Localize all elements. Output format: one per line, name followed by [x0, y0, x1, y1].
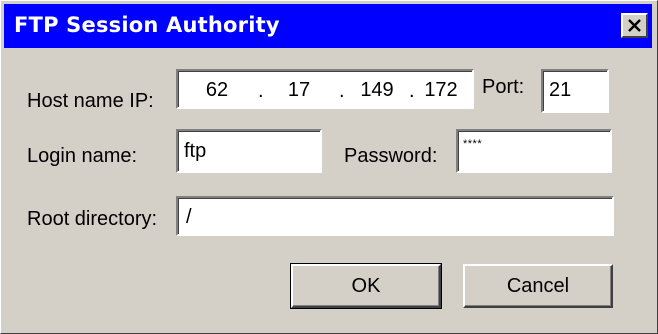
ip-octet-4: 172 [424, 79, 458, 101]
close-icon [628, 19, 641, 32]
cancel-button[interactable]: Cancel [463, 264, 613, 308]
host-ip-input[interactable]: 62 . 17 . 149 . 172 [176, 69, 474, 109]
title-bar[interactable]: FTP Session Authority [4, 4, 652, 48]
host-name-ip-label: Host name IP: [27, 90, 154, 112]
root-directory-label: Root directory: [27, 208, 158, 230]
ip-octet-3: 149 [360, 79, 394, 101]
login-name-label: Login name: [27, 145, 138, 167]
port-label: Port: [482, 76, 525, 98]
ip-separator: . [409, 80, 415, 102]
ip-octet-1: 62 [205, 79, 229, 101]
password-label: Password: [344, 145, 438, 167]
window-title: FTP Session Authority [14, 13, 280, 37]
ip-separator: . [339, 80, 345, 102]
password-input[interactable]: **** [456, 129, 612, 173]
ftp-session-dialog: FTP Session Authority Host name IP: 62 .… [0, 0, 658, 334]
ip-separator: . [258, 80, 264, 102]
ok-button[interactable]: OK [290, 263, 442, 309]
login-name-input[interactable]: ftp [176, 129, 322, 173]
root-directory-input[interactable]: / [176, 196, 614, 236]
port-input[interactable]: 21 [541, 69, 609, 113]
ip-octet-2: 17 [287, 79, 311, 101]
close-button[interactable] [621, 13, 648, 38]
